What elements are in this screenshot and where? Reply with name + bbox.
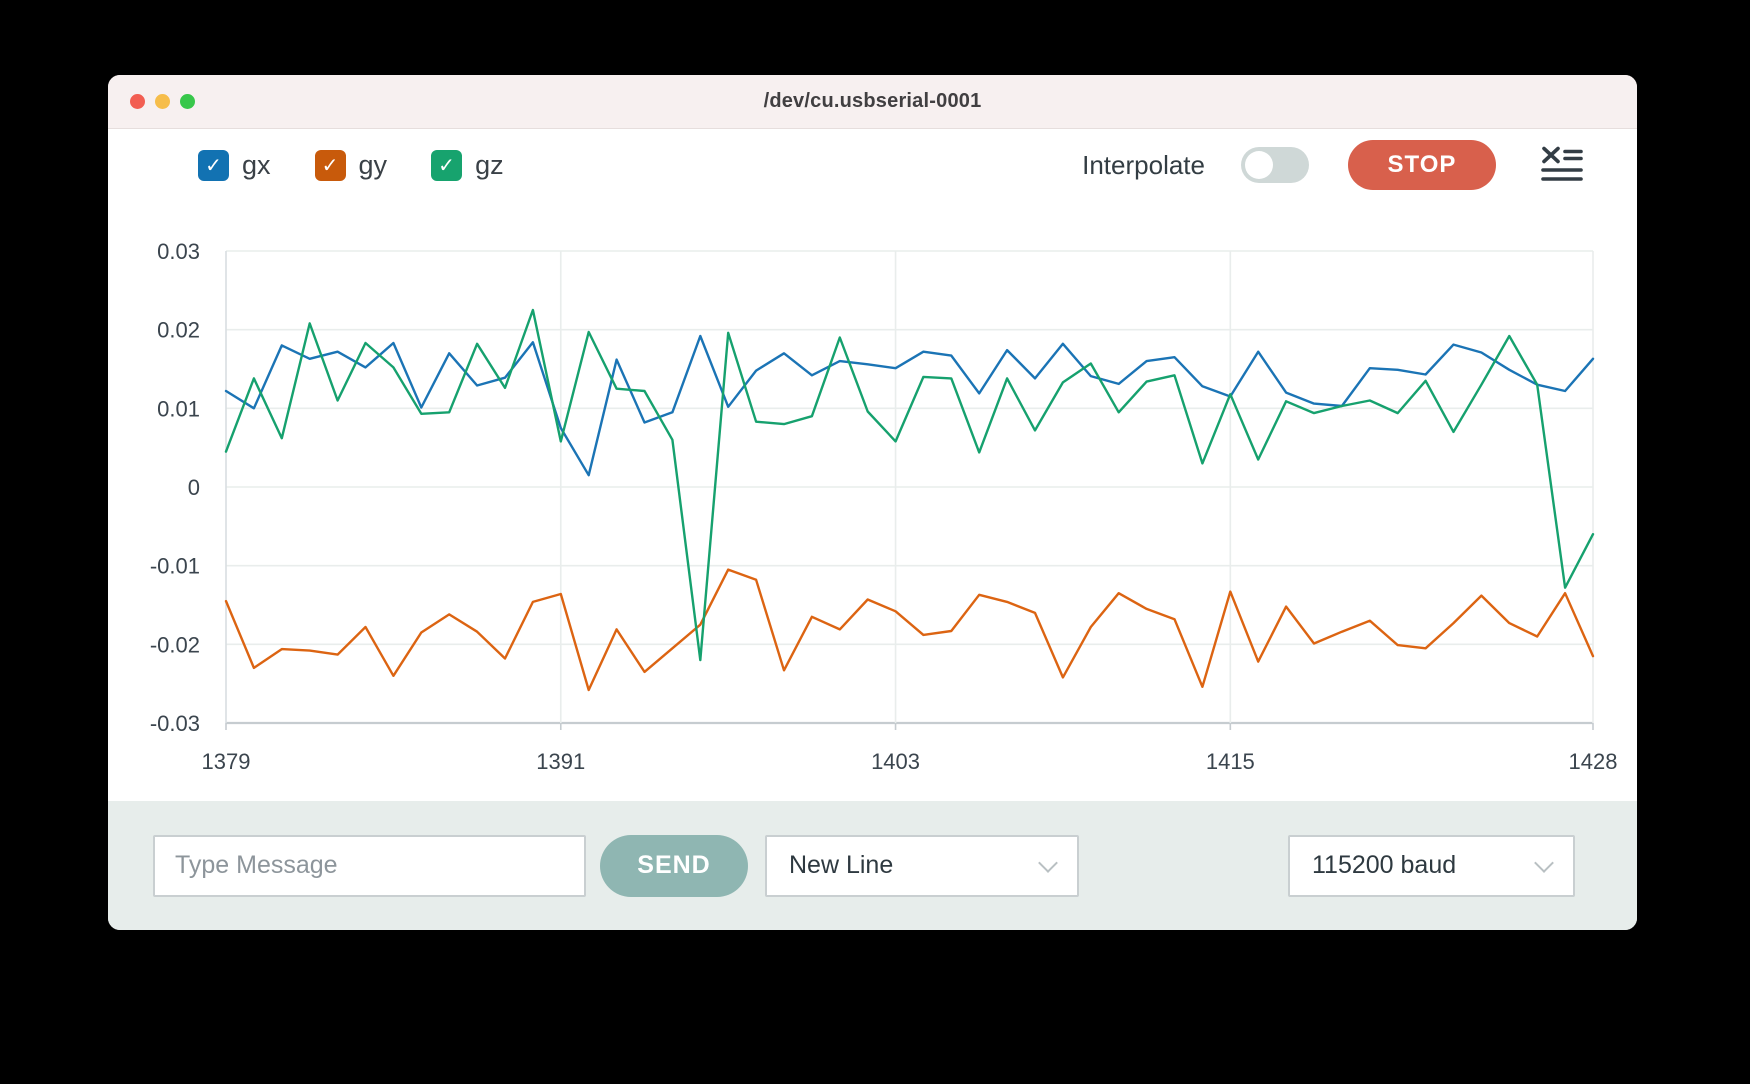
close-button[interactable]	[130, 94, 145, 109]
line-ending-value: New Line	[789, 851, 893, 880]
svg-text:1391: 1391	[536, 749, 585, 774]
interpolate-toggle[interactable]	[1241, 147, 1309, 183]
checkbox-checked-icon: ✓	[198, 150, 229, 181]
svg-text:0.02: 0.02	[157, 318, 200, 343]
svg-text:1379: 1379	[202, 749, 251, 774]
svg-text:1415: 1415	[1206, 749, 1255, 774]
svg-text:0: 0	[188, 475, 200, 500]
baud-rate-select[interactable]: 115200 baud	[1288, 835, 1575, 897]
traffic-lights	[130, 94, 195, 109]
toolbar: ✓ gx ✓ gy ✓ gz Interpolate STOP	[108, 129, 1637, 201]
message-input[interactable]	[153, 835, 586, 897]
svg-text:1428: 1428	[1569, 749, 1618, 774]
titlebar: /dev/cu.usbserial-0001	[108, 75, 1637, 129]
message-bar: SEND New Line 115200 baud	[108, 801, 1637, 930]
series-checkbox-gy[interactable]: ✓ gy	[315, 150, 388, 181]
checkbox-checked-icon: ✓	[315, 150, 346, 181]
maximize-button[interactable]	[180, 94, 195, 109]
svg-text:1403: 1403	[871, 749, 920, 774]
series-label: gy	[359, 150, 388, 181]
stop-button[interactable]: STOP	[1348, 140, 1496, 190]
interpolate-label: Interpolate	[1082, 150, 1205, 181]
window-title: /dev/cu.usbserial-0001	[108, 90, 1637, 113]
toggle-knob	[1245, 151, 1273, 179]
line-chart: 0.03 0.02 0.01 0 -0.01 -0.02 -0.031379 1391 1403…	[108, 201, 1637, 801]
series-checkbox-gz[interactable]: ✓ gz	[431, 150, 504, 181]
minimize-button[interactable]	[155, 94, 170, 109]
chevron-down-icon	[1534, 853, 1554, 873]
checkbox-checked-icon: ✓	[431, 150, 462, 181]
series-label: gx	[242, 150, 271, 181]
series-label: gz	[475, 150, 504, 181]
clear-list-icon[interactable]	[1541, 145, 1583, 185]
chevron-down-icon	[1038, 853, 1058, 873]
toolbar-right: Interpolate STOP	[1082, 140, 1583, 190]
svg-text:0.01: 0.01	[157, 396, 200, 421]
svg-text:-0.03: -0.03	[150, 711, 200, 736]
svg-text:-0.02: -0.02	[150, 632, 200, 657]
svg-text:-0.01: -0.01	[150, 554, 200, 579]
series-checkbox-gx[interactable]: ✓ gx	[198, 150, 271, 181]
serial-plotter-window: /dev/cu.usbserial-0001 ✓ gx ✓ gy ✓ gz In…	[108, 75, 1637, 930]
line-ending-select[interactable]: New Line	[765, 835, 1079, 897]
svg-text:0.03: 0.03	[157, 239, 200, 264]
send-button[interactable]: SEND	[600, 835, 748, 897]
baud-rate-value: 115200 baud	[1312, 851, 1456, 880]
